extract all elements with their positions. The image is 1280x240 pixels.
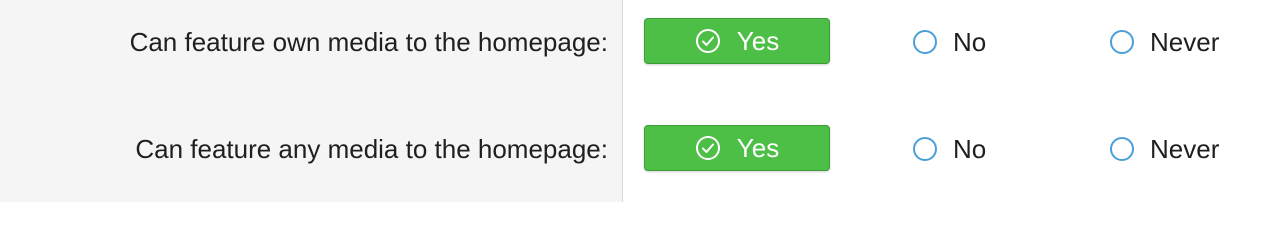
yes-label: Yes bbox=[736, 132, 780, 163]
permission-label: Can feature own media to the homepage: bbox=[129, 27, 608, 57]
no-radio-option[interactable]: No bbox=[913, 124, 986, 174]
never-radio-option[interactable]: Never bbox=[1110, 124, 1219, 174]
no-radio-option[interactable]: No bbox=[913, 17, 986, 67]
yes-button[interactable]: Yes bbox=[644, 125, 830, 171]
never-label: Never bbox=[1150, 26, 1220, 57]
no-label: No bbox=[953, 133, 987, 164]
radio-circle-icon[interactable] bbox=[913, 30, 937, 54]
never-label: Never bbox=[1150, 133, 1220, 164]
never-radio-option[interactable]: Never bbox=[1110, 17, 1219, 67]
radio-circle-icon[interactable] bbox=[1110, 30, 1134, 54]
check-circle-icon bbox=[695, 28, 721, 54]
yes-label: Yes bbox=[736, 25, 780, 56]
radio-circle-icon[interactable] bbox=[1110, 137, 1134, 161]
permission-row-feature-own-media: Can feature own media to the homepage: Y… bbox=[0, 17, 1280, 67]
permission-label: Can feature any media to the homepage: bbox=[135, 134, 608, 164]
check-circle-icon bbox=[695, 135, 721, 161]
no-label: No bbox=[953, 26, 987, 57]
yes-button[interactable]: Yes bbox=[644, 18, 830, 64]
radio-circle-icon[interactable] bbox=[913, 137, 937, 161]
permission-row-feature-any-media: Can feature any media to the homepage: Y… bbox=[0, 124, 1280, 174]
